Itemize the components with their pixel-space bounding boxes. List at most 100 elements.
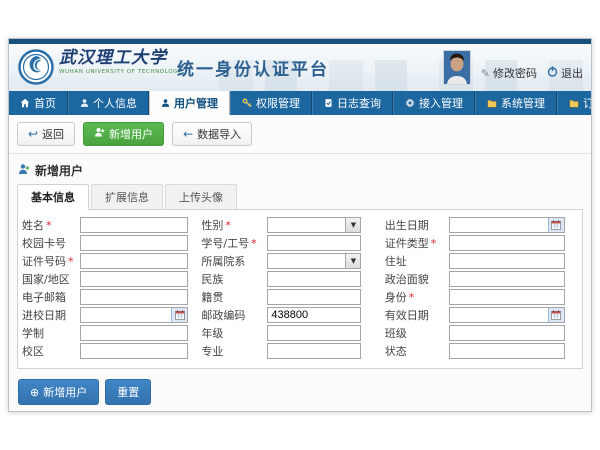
university-brand: 武汉理工大学 WUHAN UNIVERSITY OF TECHNOLOGY bbox=[59, 50, 182, 76]
id-number-label-text: 证件号码 bbox=[22, 255, 66, 268]
id-type-label: 证件类型* bbox=[385, 235, 449, 251]
submit-label: 新增用户 bbox=[43, 384, 87, 400]
tab-basic[interactable]: 基本信息 bbox=[17, 184, 89, 210]
nav-tab-label-users: 用户管理 bbox=[174, 95, 218, 111]
calendar-icon[interactable] bbox=[548, 308, 564, 322]
section-title: 新增用户 bbox=[9, 154, 591, 184]
political-status-label-text: 政治面貌 bbox=[385, 273, 429, 286]
tab-extended[interactable]: 扩展信息 bbox=[91, 184, 163, 209]
university-name-en: WUHAN UNIVERSITY OF TECHNOLOGY bbox=[59, 70, 182, 76]
valid-date-label: 有效日期 bbox=[385, 307, 449, 323]
campus-card-input[interactable] bbox=[80, 235, 188, 251]
calendar-icon[interactable] bbox=[548, 218, 564, 232]
change-password-link[interactable]: ✎ 修改密码 bbox=[481, 65, 537, 81]
form-row-campus-card: 校园卡号 bbox=[22, 235, 201, 251]
main-nav: 首页 个人信息 用户管理权限管理 日志查询接入管理系统管理订阅管理 bbox=[9, 91, 591, 115]
import-arrow-icon: ← bbox=[183, 128, 193, 140]
student-id-label-text: 学号/工号 bbox=[201, 237, 249, 250]
nav-tab-label-profile: 个人信息 bbox=[93, 95, 137, 111]
nav-tab-subscription[interactable]: 订阅管理 bbox=[557, 91, 592, 115]
nav-tab-profile[interactable]: 个人信息 bbox=[68, 91, 149, 115]
form-row-name: 姓名* bbox=[22, 217, 201, 233]
form-actions: ⊕ 新增用户 重置 bbox=[9, 369, 591, 412]
department-label-text: 所属院系 bbox=[201, 255, 245, 268]
department-select-value bbox=[268, 254, 345, 268]
form-row-native-place: 籍贯 bbox=[201, 289, 384, 305]
reset-label: 重置 bbox=[117, 384, 139, 400]
id-type-input[interactable] bbox=[449, 235, 565, 251]
form-row-department: 所属院系 ▼ bbox=[201, 253, 384, 269]
required-asterisk: * bbox=[46, 219, 52, 232]
native-place-input[interactable] bbox=[267, 289, 361, 305]
nav-tab-permissions[interactable]: 权限管理 bbox=[230, 91, 312, 115]
country-input[interactable] bbox=[80, 271, 188, 287]
nav-tab-users[interactable]: 用户管理 bbox=[149, 91, 230, 115]
toolbar-add-user-label: 新增用户 bbox=[109, 126, 153, 142]
required-asterisk: * bbox=[409, 291, 415, 304]
form-row-student-id: 学号/工号* bbox=[201, 235, 384, 251]
key-icon bbox=[242, 98, 252, 108]
entry-date-input[interactable] bbox=[81, 308, 171, 322]
country-label-text: 国家/地区 bbox=[22, 273, 70, 286]
id-number-input[interactable] bbox=[80, 253, 188, 269]
entry-date-field-wrap bbox=[80, 307, 188, 323]
nav-tab-system[interactable]: 系统管理 bbox=[475, 91, 557, 115]
campus-input[interactable] bbox=[80, 343, 188, 359]
campus-label-text: 校区 bbox=[22, 345, 44, 358]
new-user-panel: 基本信息扩展信息上传头像 姓名*校园卡号证件号码*国家/地区电子邮箱进校日期学制… bbox=[17, 184, 583, 369]
form-row-email: 电子邮箱 bbox=[22, 289, 201, 305]
name-input[interactable] bbox=[80, 217, 188, 233]
class-label: 班级 bbox=[385, 325, 449, 341]
nav-tab-access[interactable]: 接入管理 bbox=[393, 91, 475, 115]
postal-code-input[interactable] bbox=[267, 307, 361, 323]
calendar-icon[interactable] bbox=[171, 308, 187, 322]
user-avatar bbox=[443, 50, 471, 85]
platform-title: 统一身份认证平台 bbox=[177, 55, 329, 80]
major-input[interactable] bbox=[267, 343, 361, 359]
native-place-label: 籍贯 bbox=[201, 289, 267, 305]
chevron-down-icon: ▼ bbox=[345, 254, 360, 268]
department-select[interactable]: ▼ bbox=[267, 253, 361, 269]
birth-date-input[interactable] bbox=[450, 218, 548, 232]
toolbar-add-user-button[interactable]: 新增用户 bbox=[83, 122, 164, 146]
toolbar: ↩ 返回 新增用户 ← 数据导入 bbox=[9, 115, 591, 154]
nav-tab-label-logs: 日志查询 bbox=[337, 95, 381, 111]
class-label-text: 班级 bbox=[385, 327, 407, 340]
form-row-country: 国家/地区 bbox=[22, 271, 201, 287]
logout-link[interactable]: 退出 bbox=[547, 65, 583, 81]
email-input[interactable] bbox=[80, 289, 188, 305]
valid-date-label-text: 有效日期 bbox=[385, 309, 429, 322]
form-row-id-type: 证件类型* bbox=[385, 235, 580, 251]
submit-add-user-button[interactable]: ⊕ 新增用户 bbox=[18, 379, 99, 405]
nav-tab-logs[interactable]: 日志查询 bbox=[312, 91, 393, 115]
ethnicity-label: 民族 bbox=[201, 271, 267, 287]
identity-input[interactable] bbox=[449, 289, 565, 305]
tab-avatar[interactable]: 上传头像 bbox=[165, 184, 237, 209]
data-import-button[interactable]: ← 数据导入 bbox=[172, 122, 252, 146]
valid-date-input[interactable] bbox=[450, 308, 548, 322]
political-status-input[interactable] bbox=[449, 271, 565, 287]
status-input[interactable] bbox=[449, 343, 565, 359]
schooling-input[interactable] bbox=[80, 325, 188, 341]
class-input[interactable] bbox=[449, 325, 565, 341]
student-id-input[interactable] bbox=[267, 235, 361, 251]
form-row-political-status: 政治面貌 bbox=[385, 271, 580, 287]
status-label-text: 状态 bbox=[385, 345, 407, 358]
address-input[interactable] bbox=[449, 253, 565, 269]
form-row-identity: 身份* bbox=[385, 289, 580, 305]
user-plus-icon bbox=[94, 127, 105, 141]
id-number-label: 证件号码* bbox=[22, 253, 80, 269]
grade-input[interactable] bbox=[267, 325, 361, 341]
gender-select[interactable]: ▼ bbox=[267, 217, 361, 233]
back-arrow-icon: ↩ bbox=[28, 128, 38, 140]
nav-tab-home[interactable]: 首页 bbox=[9, 91, 68, 115]
back-button[interactable]: ↩ 返回 bbox=[17, 122, 75, 146]
reset-button[interactable]: 重置 bbox=[105, 379, 151, 405]
app-window: 武汉理工大学 WUHAN UNIVERSITY OF TECHNOLOGY 统一… bbox=[8, 38, 592, 412]
home-icon bbox=[20, 98, 30, 108]
folder-icon bbox=[569, 99, 579, 108]
form-row-entry-date: 进校日期 bbox=[22, 307, 201, 323]
campus-card-label-text: 校园卡号 bbox=[22, 237, 66, 250]
identity-label-text: 身份 bbox=[385, 291, 407, 304]
ethnicity-input[interactable] bbox=[267, 271, 361, 287]
